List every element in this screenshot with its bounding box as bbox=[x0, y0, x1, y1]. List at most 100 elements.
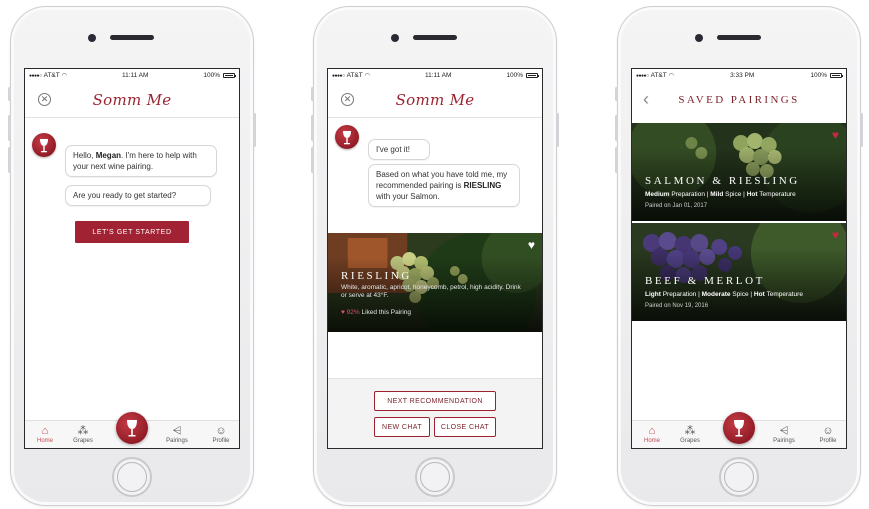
wine-card-riesling[interactable]: ♥ RIESLING White, aromatic, apricot, hon… bbox=[328, 233, 542, 332]
pairings-icon: ⩤ bbox=[779, 425, 789, 437]
battery-percent: 100% bbox=[810, 72, 827, 79]
grapes-icon: ⁂ bbox=[77, 425, 89, 437]
hardware-home-button[interactable] bbox=[112, 457, 152, 497]
app-logo: Somm Me bbox=[92, 90, 172, 109]
new-chat-button[interactable]: NEW CHAT bbox=[374, 417, 430, 437]
sommelier-avatar bbox=[32, 133, 56, 157]
screen-welcome-chat: ●●●●○ AT&T ◠ 11:11 AM 100% ✕ Somm Me Hel… bbox=[24, 68, 240, 449]
tab-pairings[interactable]: ⩤ Pairings bbox=[159, 425, 195, 444]
power-button bbox=[253, 113, 256, 147]
pairing-card-beef-merlot[interactable]: ♥ BEEF & MERLOT Light Preparation | Mode… bbox=[632, 223, 846, 321]
chat-bubble-greeting: Hello, Megan. I'm here to help with your… bbox=[65, 145, 217, 177]
tab-home[interactable]: ⌂ Home bbox=[634, 425, 670, 444]
wine-glass-icon bbox=[40, 139, 48, 153]
close-icon[interactable]: ✕ bbox=[341, 93, 354, 106]
earpiece-speaker bbox=[717, 35, 761, 40]
status-time: 11:11 AM bbox=[424, 72, 452, 79]
pairing-attributes: Light Preparation | Moderate Spice | Hot… bbox=[645, 291, 803, 298]
app-header: ✕ Somm Me bbox=[25, 82, 239, 118]
earpiece-speaker bbox=[413, 35, 457, 40]
hardware-home-button[interactable] bbox=[415, 457, 455, 497]
get-started-button[interactable]: LET'S GET STARTED bbox=[75, 221, 189, 243]
app-header: ✕ Somm Me bbox=[328, 82, 542, 118]
tab-pairings[interactable]: ⩤ Pairings bbox=[766, 425, 802, 444]
power-button bbox=[556, 113, 559, 147]
like-stat: ♥ 92% Liked this Pairing bbox=[341, 309, 411, 316]
tab-profile[interactable]: ☺ Profile bbox=[810, 425, 846, 444]
tab-grapes[interactable]: ⁂ Grapes bbox=[65, 425, 101, 444]
wine-description: White, aromatic, apricot, honeycomb, pet… bbox=[341, 284, 521, 299]
status-time: 11:11 AM bbox=[121, 72, 149, 79]
signal-icon: ●●●●○ bbox=[332, 72, 345, 79]
back-chevron-icon[interactable]: ‹ bbox=[643, 88, 649, 110]
pairing-date: Paired on Nov 19, 2016 bbox=[645, 303, 709, 309]
carrier-label: AT&T bbox=[43, 72, 60, 79]
like-percent: 92% bbox=[346, 309, 360, 316]
tab-home[interactable]: ⌂ Home bbox=[27, 425, 63, 444]
somm-wine-glass-icon bbox=[127, 420, 137, 437]
mute-switch bbox=[615, 87, 618, 101]
pairing-name: BEEF & MERLOT bbox=[645, 275, 765, 287]
sommelier-avatar bbox=[335, 125, 359, 149]
close-icon[interactable]: ✕ bbox=[38, 93, 51, 106]
volume-down-button bbox=[8, 147, 11, 173]
wifi-icon: ◠ bbox=[61, 73, 67, 79]
front-camera bbox=[88, 34, 96, 42]
battery-icon bbox=[223, 73, 236, 78]
close-chat-button[interactable]: CLOSE CHAT bbox=[434, 417, 496, 437]
screen-recommendation-chat: ●●●●○ AT&T ◠ 11:11 AM 100% ✕ Somm Me I'v… bbox=[327, 68, 543, 449]
saved-heart-icon[interactable]: ♥ bbox=[832, 129, 839, 141]
tab-bar: ⌂ Home ⁂ Grapes ⩤ Pairings ☺ Profile bbox=[25, 412, 239, 448]
grapes-icon: ⁂ bbox=[684, 425, 696, 437]
status-time: 3:33 PM bbox=[730, 72, 755, 79]
wifi-icon: ◠ bbox=[668, 73, 674, 79]
next-recommendation-button[interactable]: NEXT RECOMMENDATION bbox=[374, 391, 496, 411]
somm-wine-glass-icon bbox=[734, 420, 744, 437]
volume-up-button bbox=[8, 115, 11, 141]
battery-icon bbox=[526, 73, 539, 78]
chat-bubble-recommendation: Based on what you have told me, my recom… bbox=[368, 164, 520, 207]
heart-icon[interactable]: ♥ bbox=[528, 239, 535, 251]
hardware-home-button[interactable] bbox=[719, 457, 759, 497]
phone-frame-welcome: ●●●●○ AT&T ◠ 11:11 AM 100% ✕ Somm Me Hel… bbox=[8, 6, 256, 506]
carrier-label: AT&T bbox=[650, 72, 667, 79]
volume-up-button bbox=[615, 115, 618, 141]
chat-action-area: NEXT RECOMMENDATION NEW CHAT CLOSE CHAT bbox=[328, 378, 542, 448]
battery-icon bbox=[830, 73, 843, 78]
tab-bar: ⌂ Home ⁂ Grapes ⩤ Pairings ☺ Profile bbox=[632, 412, 846, 448]
profile-icon: ☺ bbox=[215, 425, 227, 437]
tab-sommelier[interactable] bbox=[723, 412, 755, 444]
home-icon: ⌂ bbox=[41, 425, 49, 437]
page-title: SAVED PAIRINGS bbox=[678, 94, 800, 106]
wifi-icon: ◠ bbox=[364, 73, 370, 79]
tab-grapes[interactable]: ⁂ Grapes bbox=[672, 425, 708, 444]
status-bar: ●●●●○ AT&T ◠ 3:33 PM 100% bbox=[632, 69, 846, 82]
tab-sommelier[interactable] bbox=[116, 412, 148, 444]
recommended-wine: RIESLING bbox=[463, 181, 502, 190]
wine-name: RIESLING bbox=[341, 270, 412, 282]
signal-icon: ●●●●○ bbox=[636, 72, 649, 79]
carrier-label: AT&T bbox=[346, 72, 363, 79]
battery-percent: 100% bbox=[203, 72, 220, 79]
pairing-card-salmon-riesling[interactable]: ♥ SALMON & RIESLING Medium Preparation |… bbox=[632, 123, 846, 221]
status-bar: ●●●●○ AT&T ◠ 11:11 AM 100% bbox=[328, 69, 542, 82]
volume-down-button bbox=[311, 147, 314, 173]
pairing-attributes: Medium Preparation | Mild Spice | Hot Te… bbox=[645, 191, 796, 198]
volume-down-button bbox=[615, 147, 618, 173]
user-name: Megan bbox=[95, 151, 122, 160]
saved-heart-icon[interactable]: ♥ bbox=[832, 229, 839, 241]
home-icon: ⌂ bbox=[648, 425, 656, 437]
screen-saved-pairings: ●●●●○ AT&T ◠ 3:33 PM 100% ‹ SAVED PAIRIN… bbox=[631, 68, 847, 449]
mute-switch bbox=[311, 87, 314, 101]
pairing-name: SALMON & RIESLING bbox=[645, 175, 800, 187]
mute-switch bbox=[8, 87, 11, 101]
tab-profile[interactable]: ☺ Profile bbox=[203, 425, 239, 444]
app-header: ‹ SAVED PAIRINGS bbox=[632, 82, 846, 118]
pairing-date: Paired on Jan 01, 2017 bbox=[645, 203, 708, 209]
phone-frame-recommendation: ●●●●○ AT&T ◠ 11:11 AM 100% ✕ Somm Me I'v… bbox=[311, 6, 559, 506]
profile-icon: ☺ bbox=[822, 425, 834, 437]
power-button bbox=[860, 113, 863, 147]
phone-frame-saved-pairings: ●●●●○ AT&T ◠ 3:33 PM 100% ‹ SAVED PAIRIN… bbox=[615, 6, 863, 506]
volume-up-button bbox=[311, 115, 314, 141]
battery-percent: 100% bbox=[506, 72, 523, 79]
